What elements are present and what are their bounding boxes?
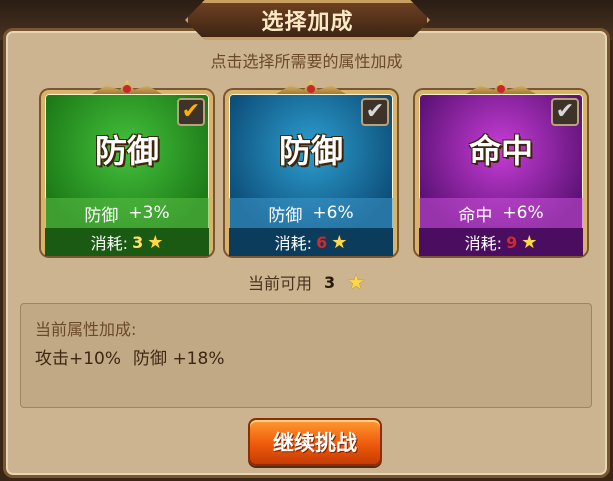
bonus-item-value: +18% [172, 349, 225, 369]
card-cost-row: 消耗: 6 ★ [229, 228, 393, 256]
card-stat-row: 防御 +6% [229, 198, 393, 228]
card-checkbox-unchecked[interactable]: ✔ [361, 98, 389, 126]
cost-value: 9 [506, 232, 518, 252]
card-checkbox-checked[interactable]: ✔ [177, 98, 205, 126]
bonus-item-label: 防御 [133, 349, 168, 369]
bonus-card-2[interactable]: ✔ 防御 防御 +6% 消耗: 6 ★ [225, 80, 397, 256]
stat-value: +3% [128, 203, 170, 223]
card-name: 防御 [94, 132, 159, 170]
star-icon: ★ [347, 270, 366, 294]
checkmark-icon: ✔ [555, 99, 575, 124]
card-stat-row: 命中 +6% [419, 198, 583, 228]
cost-value: 6 [316, 232, 328, 252]
card-name: 防御 [278, 132, 343, 170]
stat-label: 命中 [458, 205, 493, 226]
available-label: 当前可用 [247, 274, 312, 293]
star-icon: ★ [147, 231, 164, 253]
available-value: 3 [323, 272, 336, 292]
bonus-item-label: 攻击 [35, 349, 69, 369]
star-icon: ★ [521, 231, 538, 253]
bonus-item-defense: 防御 +18% [133, 344, 224, 369]
continue-challenge-button[interactable]: 继续挑战 [248, 418, 382, 466]
bonus-item-attack: 攻击+10% [35, 344, 121, 369]
current-bonus-box: 当前属性加成: 攻击+10% 防御 +18% [20, 303, 592, 408]
bonus-item-value: +10% [69, 349, 122, 369]
cost-label: 消耗: [90, 234, 129, 253]
available-stars: 当前可用 3 ★ [0, 270, 613, 294]
stat-label: 防御 [84, 205, 119, 226]
card-gem [123, 85, 131, 93]
bonus-card-3[interactable]: ✔ 命中 命中 +6% 消耗: 9 ★ [415, 80, 587, 256]
card-name: 命中 [468, 132, 533, 170]
star-icon: ★ [331, 231, 348, 253]
dialog-subtitle: 点击选择所需要的属性加成 [210, 52, 403, 71]
cost-label: 消耗: [464, 234, 503, 253]
card-stat-row: 防御 +3% [45, 198, 209, 228]
card-cost-row: 消耗: 3 ★ [45, 228, 209, 256]
checkmark-icon: ✔ [181, 99, 201, 124]
card-gem [307, 85, 315, 93]
card-checkbox-unchecked[interactable]: ✔ [551, 98, 579, 126]
checkmark-icon: ✔ [365, 99, 385, 124]
stat-label: 防御 [268, 205, 303, 226]
dialog-title: 选择加成 [185, 0, 430, 40]
stat-value: +6% [502, 203, 544, 223]
cost-label: 消耗: [274, 234, 313, 253]
current-bonus-values: 攻击+10% 防御 +18% [35, 344, 224, 369]
bonus-card-1[interactable]: ✔ 防御 防御 +3% 消耗: 3 ★ [41, 80, 213, 256]
card-cost-row: 消耗: 9 ★ [419, 228, 583, 256]
current-bonus-title: 当前属性加成: [35, 320, 137, 339]
cost-value: 3 [132, 232, 144, 252]
stat-value: +6% [312, 203, 354, 223]
card-gem [497, 85, 505, 93]
